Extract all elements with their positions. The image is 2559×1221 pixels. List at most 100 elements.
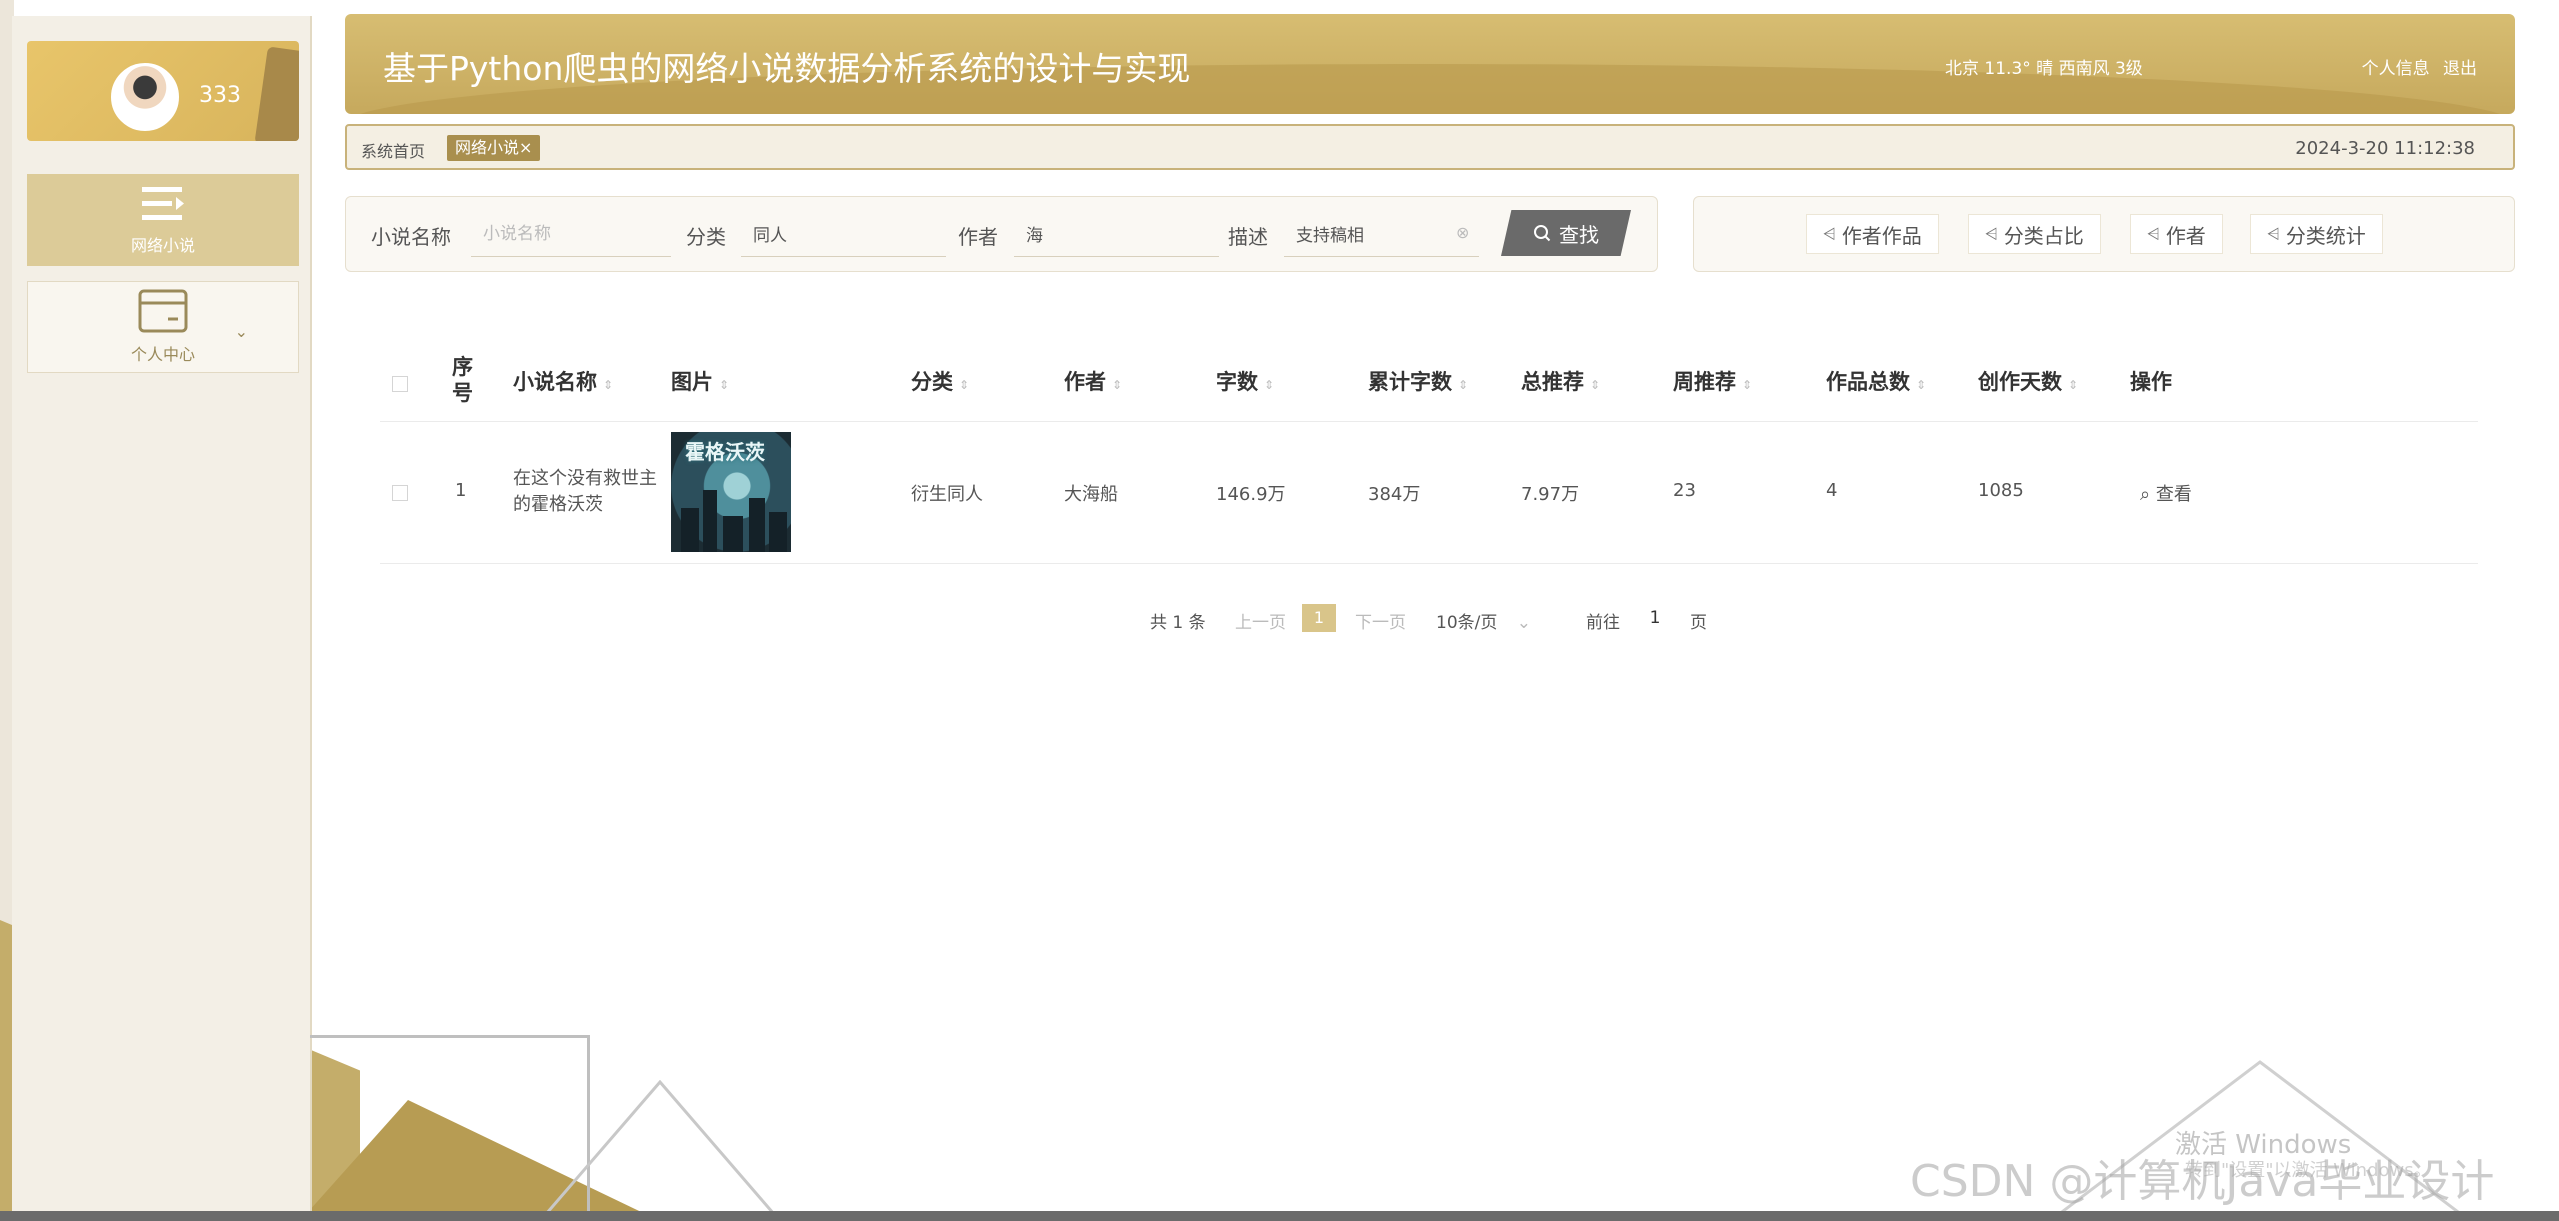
row-checkbox[interactable] [392,485,408,501]
bottom-bar [0,1211,2559,1221]
menu-lines-icon [142,187,184,220]
author-search-input[interactable] [1014,211,1219,257]
goto-label: 前往 [1586,613,1620,633]
username: 333 [199,83,241,108]
share-icon: ⩤ [2267,224,2280,243]
novel-table: 序号 小说名称 ⇕ 图片 ⇕ 分类 ⇕ 作者 ⇕ 字数 ⇕ 累计字数 ⇕ 总推荐 ⇕ 周推荐 ⇕… [380,340,2478,564]
sidebar: 333 网络小说 个人中心 ⌄ [12,16,312,1221]
search-panel: 小说名称 分类 作者 描述 ⊗ 查找 [345,196,1658,272]
author-label: 作者 [958,225,998,249]
chart-button-label: 分类统计 [2285,223,2366,248]
page-size-select[interactable]: 10条/页 ⌄ [1436,608,1531,633]
table-row: 1 在这个没有救世主的霍格沃茨 霍格沃茨 衍生同人 大海船 146.9万 384… [380,422,2478,564]
search-button-label: 查找 [1559,222,1599,247]
col-works[interactable]: 作品总数 ⇕ [1826,366,1926,396]
sort-icon[interactable]: ⇕ [1916,378,1926,392]
sort-icon[interactable]: ⇕ [2068,378,2078,392]
sidebar-item-personal-center[interactable]: 个人中心 ⌄ [27,281,299,373]
col-author[interactable]: 作者 ⇕ [1064,366,1122,396]
csdn-watermark: CSDN @计算机Java毕业设计 [1910,1156,2495,1207]
profile-link[interactable]: 个人信息 [2362,59,2430,79]
goto-suffix: 页 [1690,613,1707,633]
clear-icon[interactable]: ⊗ [1456,223,1469,242]
select-all-checkbox[interactable] [392,376,408,392]
col-total-words[interactable]: 累计字数 ⇕ [1368,366,1468,396]
chart-button-label: 作者 [2165,223,2206,248]
tab-label: 网络小说 [455,138,520,157]
col-words-label: 字数 [1216,370,1258,394]
app-title: 基于Python爬虫的网络小说数据分析系统的设计与实现 [383,49,1191,88]
category-search-input[interactable] [741,211,946,257]
total-count: 共 1 条 [1150,613,1206,633]
sort-icon[interactable]: ⇕ [719,378,729,392]
col-image[interactable]: 图片 ⇕ [671,366,729,396]
sort-icon[interactable]: ⇕ [1112,378,1122,392]
name-search-input[interactable] [471,211,671,257]
sort-icon[interactable]: ⇕ [1458,378,1468,392]
tab-home[interactable]: 系统首页 [361,138,425,162]
category-label: 分类 [686,225,726,249]
row-total-recommend: 7.97万 [1521,484,1580,505]
row-total-words: 384万 [1368,484,1421,505]
col-index: 序号 [452,355,473,405]
row-index: 1 [455,480,467,501]
header-links: 个人信息 退出 [2354,54,2477,79]
sort-icon[interactable]: ⇕ [1742,378,1752,392]
search-icon [1534,225,1551,242]
col-week-recommend[interactable]: 周推荐 ⇕ [1673,366,1752,396]
page-size-value: 10条/页 [1436,613,1498,633]
next-page-button[interactable]: 下一页 [1355,608,1406,633]
chart-category-ratio-button[interactable]: ⩤ 分类占比 [1968,214,2101,254]
sort-icon[interactable]: ⇕ [959,378,969,392]
desc-search-input[interactable] [1284,211,1479,257]
chart-author-button[interactable]: ⩤ 作者 [2130,214,2223,254]
col-words[interactable]: 字数 ⇕ [1216,366,1274,396]
tab-novels[interactable]: 网络小说× [447,135,541,161]
novel-cover-image[interactable]: 霍格沃茨 [671,432,791,552]
col-author-label: 作者 [1064,370,1106,394]
cover-building [769,512,787,552]
name-label: 小说名称 [371,225,451,249]
sort-icon[interactable]: ⇕ [1590,378,1600,392]
logout-link[interactable]: 退出 [2443,59,2477,79]
row-words: 146.9万 [1216,484,1286,505]
user-card: 333 [27,41,299,141]
cover-building [749,498,765,552]
share-icon: ⩤ [2147,224,2160,243]
sidebar-item-novels[interactable]: 网络小说 [27,174,299,266]
row-days: 1085 [1978,480,2024,501]
sort-icon[interactable]: ⇕ [1264,378,1274,392]
view-button-label: 查看 [2155,484,2192,505]
chart-category-stats-button[interactable]: ⩤ 分类统计 [2250,214,2383,254]
prev-page-button[interactable]: 上一页 [1235,608,1286,633]
col-category[interactable]: 分类 ⇕ [911,366,969,396]
col-days-label: 创作天数 [1978,370,2062,394]
col-actions: 操作 [2130,370,2172,394]
col-week-recommend-label: 周推荐 [1673,370,1736,394]
card-icon [138,289,188,333]
sidebar-item-label: 个人中心 [130,345,195,364]
chart-button-label: 作者作品 [1841,223,1922,248]
close-icon[interactable]: × [519,138,532,157]
view-button[interactable]: ⌕ 查看 [2140,480,2192,506]
cover-title: 霍格沃茨 [685,440,765,464]
col-total-recommend[interactable]: 总推荐 ⇕ [1521,366,1600,396]
search-button[interactable]: 查找 [1501,210,1631,256]
goto-page-input[interactable] [1630,604,1680,632]
chart-author-works-button[interactable]: ⩤ 作者作品 [1806,214,1939,254]
row-week-recommend: 23 [1673,480,1696,501]
row-works: 4 [1826,480,1838,501]
weather-info: 北京 11.3° 晴 西南风 3级 [1945,59,2143,79]
col-name[interactable]: 小说名称 ⇕ [513,366,613,396]
decorative-triangle [540,1080,780,1221]
col-days[interactable]: 创作天数 ⇕ [1978,366,2078,396]
chevron-down-icon: ⌄ [234,322,248,341]
col-total-words-label: 累计字数 [1368,370,1452,394]
sort-icon[interactable]: ⇕ [603,378,613,392]
page-number-button[interactable]: 1 [1302,604,1336,632]
avatar[interactable] [111,63,179,131]
col-total-recommend-label: 总推荐 [1521,370,1584,394]
cover-building [681,508,699,552]
row-name: 在这个没有救世主的霍格沃茨 [513,468,657,515]
col-works-label: 作品总数 [1826,370,1910,394]
